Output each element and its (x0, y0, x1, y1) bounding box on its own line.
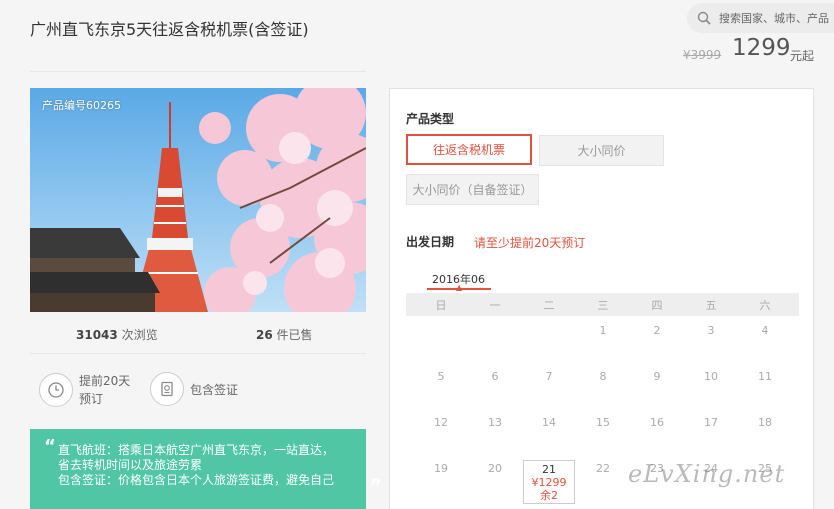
search-placeholder[interactable]: 搜索国家、城市、产品 (719, 10, 829, 26)
search-box[interactable]: 搜索国家、城市、产品 (687, 3, 834, 33)
views-stat: 31043 次浏览 (76, 326, 158, 343)
option-same-price[interactable]: 大小同价 (539, 135, 664, 166)
calendar-day: 22 (596, 462, 610, 475)
calendar-day: 10 (704, 370, 718, 383)
weekday-thu: 四 (651, 299, 663, 312)
calendar-day: 7 (545, 370, 553, 383)
feature-advance-booking: 提前20天预订 (39, 372, 135, 408)
calendar-day: 1 (599, 324, 607, 337)
page-title: 广州直飞东京5天往返含税机票(含签证) (30, 20, 309, 39)
available-day-number: 21 (542, 463, 556, 476)
sold-label: 件已售 (276, 328, 313, 342)
calendar-day: 19 (434, 462, 448, 475)
calendar-day: 9 (653, 370, 661, 383)
price-unit: 元起 (790, 49, 815, 63)
highlights-box: “ 直飞航班：搭乘日本航空广州直飞东京，一站直达， 省去转机时间以及旅途劳累 包… (30, 429, 382, 509)
passport-icon (150, 372, 184, 406)
available-day-remaining: 余2 (540, 489, 558, 502)
departure-date-label: 出发日期 (406, 235, 455, 249)
weekday-sat: 六 (759, 299, 771, 312)
calendar-day: 16 (650, 416, 664, 429)
calendar-day: 15 (596, 416, 610, 429)
caret-up-icon: ▲ (456, 283, 463, 292)
views-label: 次浏览 (121, 328, 158, 342)
calendar-day: 11 (758, 370, 772, 383)
product-stats: 31043 次浏览 26 件已售 (30, 312, 366, 354)
current-price: 1299 (732, 35, 791, 61)
highlight-line: 省去转机时间以及旅途劳累 (58, 458, 203, 472)
highlight-line: 直飞航班：搭乘日本航空广州直飞东京，一站直达， (58, 443, 335, 457)
open-quote-icon: “ (44, 436, 56, 457)
calendar-day: 14 (542, 416, 556, 429)
original-price: ¥3999 (683, 48, 722, 62)
calendar-day: 12 (434, 416, 448, 429)
clock-icon (39, 373, 73, 407)
feature-advance-label: 提前20天预订 (79, 374, 131, 406)
weekday-header: 日 一 二 三 四 五 六 (406, 293, 799, 316)
calendar-day: 3 (707, 324, 715, 337)
sold-count: 26 (256, 328, 273, 342)
weekday-fri: 五 (705, 299, 717, 312)
search-icon (697, 11, 711, 25)
product-photo: 产品编号60265 (30, 88, 366, 312)
available-day-price: ¥1299 (531, 476, 567, 489)
calendar-day: 5 (437, 370, 445, 383)
calendar-day: 6 (491, 370, 499, 383)
product-type-label: 产品类型 (406, 112, 455, 126)
views-count: 31043 (76, 328, 118, 342)
weekday-tue: 二 (543, 299, 555, 312)
option-same-price-own-visa[interactable]: 大小同价（自备签证） (406, 174, 539, 205)
advance-notice: 请至少提前20天预订 (474, 236, 586, 250)
title-divider (30, 71, 366, 72)
booking-panel: 产品类型 往返含税机票 大小同价 大小同价（自备签证） 出发日期 请至少提前20… (389, 88, 814, 509)
calendar-day: 8 (599, 370, 607, 383)
sold-stat: 26 件已售 (256, 326, 313, 343)
weekday-sun: 日 (435, 299, 447, 312)
page: 广州直飞东京5天往返含税机票(含签证) 搜索国家、城市、产品 ¥3999 129… (0, 0, 834, 509)
option-round-trip-ticket[interactable]: 往返含税机票 (406, 134, 532, 165)
tokyo-tower-image (30, 88, 366, 312)
site-watermark: eLvXing.net (628, 460, 786, 488)
close-quote-icon: ” (370, 476, 382, 497)
feature-visa: 包含签证 (150, 372, 238, 406)
calendar-day: 13 (488, 416, 502, 429)
product-number: 产品编号60265 (42, 99, 121, 112)
feature-visa-label: 包含签证 (190, 382, 239, 397)
calendar-day: 17 (704, 416, 718, 429)
calendar-day: 4 (761, 324, 769, 337)
calendar-day-available[interactable]: 21 ¥1299 余2 (523, 460, 575, 504)
calendar-day: 18 (758, 416, 772, 429)
calendar-day: 20 (488, 462, 502, 475)
weekday-mon: 一 (489, 299, 501, 312)
calendar-day: 2 (653, 324, 661, 337)
weekday-wed: 三 (597, 299, 609, 312)
highlight-line: 包含签证：价格包含日本个人旅游签证费，避免自己 (58, 473, 335, 487)
